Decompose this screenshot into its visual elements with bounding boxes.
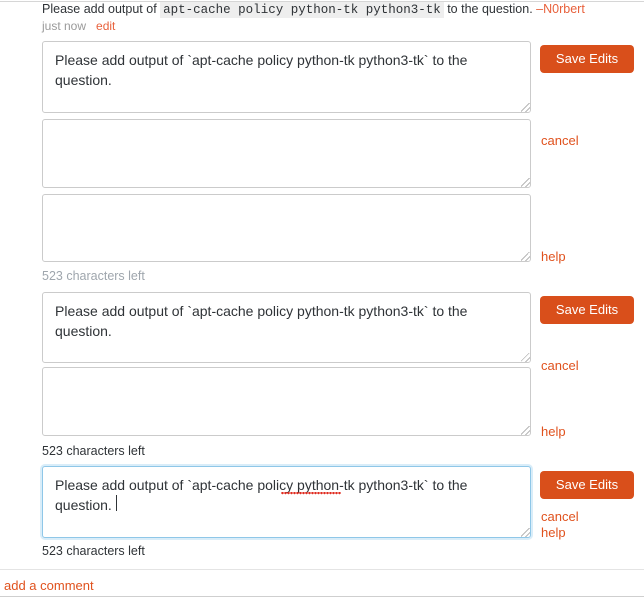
help-link-1[interactable]: help <box>541 249 566 264</box>
add-a-comment-link[interactable]: add a comment <box>4 578 94 593</box>
help-link-2[interactable]: help <box>541 424 566 439</box>
cancel-link-1[interactable]: cancel <box>541 133 579 148</box>
comment-edit-extra-field-2a[interactable] <box>42 367 531 436</box>
comment-body: Please add output of apt-cache policy py… <box>42 2 642 18</box>
comment-edit-textarea-2[interactable] <box>42 292 531 363</box>
save-edits-button-2[interactable]: Save Edits <box>540 296 634 324</box>
footer-divider <box>0 569 644 570</box>
cancel-link-2[interactable]: cancel <box>541 358 579 373</box>
help-link-3[interactable]: help <box>541 525 566 540</box>
comment-edit-extra-field-1b[interactable] <box>42 194 531 262</box>
characters-left-counter-3: 523 characters left <box>42 544 145 558</box>
comment-inline-code: apt-cache policy python-tk python3-tk <box>160 2 444 18</box>
characters-left-counter-1: 523 characters left <box>42 269 145 283</box>
text-caret <box>116 495 117 511</box>
comment-timestamp: just now <box>42 19 87 33</box>
comment-edit-extra-field-1a[interactable] <box>42 119 531 188</box>
comment-author-link[interactable]: N0rbert <box>543 2 585 16</box>
comment-text-after: to the question. <box>447 2 533 16</box>
characters-left-counter-2: 523 characters left <box>42 444 145 458</box>
save-edits-button-1[interactable]: Save Edits <box>540 45 634 73</box>
comment-edit-link[interactable]: edit <box>96 19 115 33</box>
comment-text-before: Please add output of <box>42 2 157 16</box>
cancel-link-3[interactable]: cancel <box>541 509 579 524</box>
save-edits-button-3[interactable]: Save Edits <box>540 471 634 499</box>
comment-edit-textarea-1[interactable] <box>42 41 531 113</box>
comment-meta: just now edit <box>42 19 115 33</box>
